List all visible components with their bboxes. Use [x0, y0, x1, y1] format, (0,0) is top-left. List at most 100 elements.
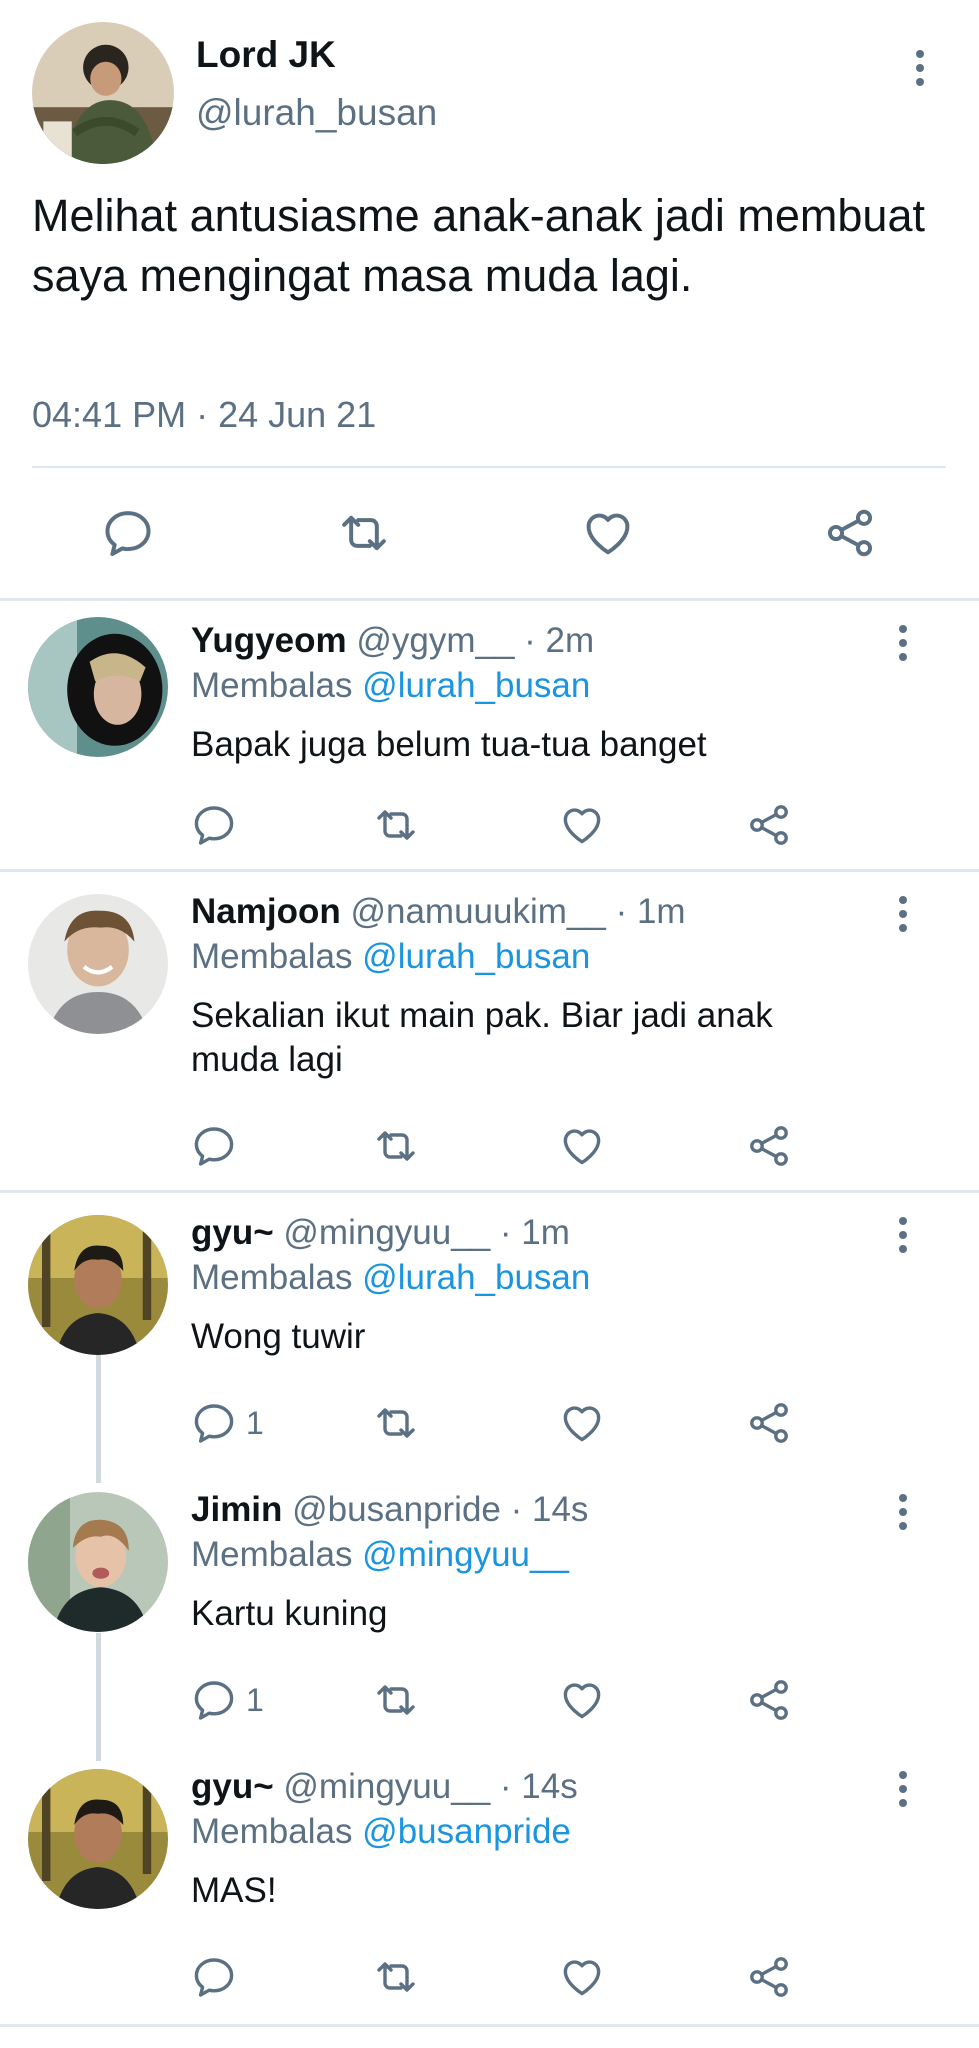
reply-text: MAS!	[191, 1871, 277, 1910]
heart-icon	[580, 505, 636, 561]
reply-icon	[190, 1399, 238, 1447]
reply-button[interactable]	[100, 505, 156, 561]
more-vertical-icon[interactable]	[910, 48, 930, 88]
reply-tweet[interactable]: gyu~ @mingyuu__ · 14s Membalas @busanpri…	[0, 1747, 979, 2024]
replying-to: Membalas @lurah_busan	[191, 1258, 590, 1298]
reply-author-handle[interactable]: @mingyuu__	[283, 1213, 490, 1252]
replying-label: Membalas	[191, 666, 363, 705]
avatar[interactable]	[28, 617, 168, 757]
mention-link[interactable]: @lurah_busan	[362, 666, 590, 705]
mention-link[interactable]: @lurah_busan	[362, 937, 590, 976]
reply-button[interactable]: 1	[190, 1676, 264, 1724]
reply-header: Namjoon @namuuukim__ · 1m	[191, 892, 686, 932]
more-vertical-icon[interactable]	[893, 1492, 913, 1532]
reply-button[interactable]	[190, 1953, 246, 2001]
author-handle[interactable]: @lurah_busan	[196, 92, 437, 134]
share-icon	[745, 801, 793, 849]
reply-author-handle[interactable]: @mingyuu__	[283, 1767, 490, 1806]
reply-header: gyu~ @mingyuu__ · 14s	[191, 1767, 578, 1807]
retweet-button[interactable]	[372, 801, 420, 849]
reply-author-name[interactable]: Yugyeom	[191, 621, 347, 660]
more-vertical-icon[interactable]	[893, 894, 913, 934]
avatar[interactable]	[28, 1492, 168, 1632]
reply-tweet[interactable]: Yugyeom @ygym__ · 2m Membalas @lurah_bus…	[0, 601, 979, 869]
reply-text: Kartu kuning	[191, 1594, 388, 1633]
reply-time: · 1m	[499, 1213, 570, 1252]
retweet-button[interactable]	[336, 505, 392, 561]
reply-icon	[190, 1676, 238, 1724]
replying-label: Membalas	[191, 1535, 363, 1574]
reply-icon	[190, 1122, 238, 1170]
main-tweet: Lord JK @lurah_busan Melihat antusiasme …	[0, 0, 979, 600]
reply-count: 1	[246, 1404, 264, 1441]
heart-icon	[558, 801, 606, 849]
reply-author-name[interactable]: Jimin	[191, 1490, 282, 1529]
reply-icon	[100, 505, 156, 561]
reply-time: · 1m	[615, 892, 686, 931]
reply-time: · 14s	[510, 1490, 589, 1529]
reply-icon	[190, 801, 238, 849]
divider	[32, 466, 946, 468]
reply-header: gyu~ @mingyuu__ · 1m	[191, 1213, 570, 1253]
reply-time: · 14s	[499, 1767, 578, 1806]
share-button[interactable]	[745, 1399, 793, 1447]
reply-button[interactable]	[190, 801, 246, 849]
reply-header: Jimin @busanpride · 14s	[191, 1490, 588, 1530]
reply-text: Sekalian ikut main pak. Biar jadi anak m…	[191, 996, 773, 1079]
reply-tweet[interactable]: Namjoon @namuuukim__ · 1m Membalas @lura…	[0, 872, 979, 1190]
reply-button[interactable]: 1	[190, 1399, 264, 1447]
reply-author-handle[interactable]: @namuuukim__	[350, 892, 605, 931]
like-button[interactable]	[558, 801, 606, 849]
reply-author-name[interactable]: gyu~	[191, 1213, 274, 1252]
share-button[interactable]	[745, 1122, 793, 1170]
avatar[interactable]	[28, 894, 168, 1034]
reply-tweet[interactable]: Jimin @busanpride · 14s Membalas @mingyu…	[0, 1470, 979, 1747]
replying-to: Membalas @lurah_busan	[191, 937, 590, 977]
like-button[interactable]	[558, 1122, 606, 1170]
retweet-icon	[372, 1953, 420, 2001]
reply-author-name[interactable]: gyu~	[191, 1767, 274, 1806]
heart-icon	[558, 1122, 606, 1170]
retweet-button[interactable]	[372, 1399, 420, 1447]
reply-text: Wong tuwir	[191, 1317, 366, 1356]
retweet-button[interactable]	[372, 1676, 420, 1724]
reply-author-handle[interactable]: @busanpride	[292, 1490, 501, 1529]
more-vertical-icon[interactable]	[893, 623, 913, 663]
share-icon	[745, 1122, 793, 1170]
like-button[interactable]	[580, 505, 636, 561]
reply-author-handle[interactable]: @ygym__	[356, 621, 514, 660]
more-vertical-icon[interactable]	[893, 1215, 913, 1255]
reply-button[interactable]	[190, 1122, 246, 1170]
retweet-icon	[372, 801, 420, 849]
heart-icon	[558, 1399, 606, 1447]
share-button[interactable]	[745, 801, 793, 849]
avatar[interactable]	[28, 1215, 168, 1355]
retweet-icon	[372, 1676, 420, 1724]
retweet-button[interactable]	[372, 1122, 420, 1170]
avatar[interactable]	[28, 1769, 168, 1909]
like-button[interactable]	[558, 1399, 606, 1447]
tweet-text: Melihat antusiasme anak-anak jadi membua…	[32, 190, 925, 301]
reply-tweet[interactable]: gyu~ @mingyuu__ · 1m Membalas @lurah_bus…	[0, 1193, 979, 1470]
like-button[interactable]	[558, 1676, 606, 1724]
mention-link[interactable]: @busanpride	[362, 1812, 571, 1851]
share-button[interactable]	[745, 1953, 793, 2001]
mention-link[interactable]: @mingyuu__	[362, 1535, 569, 1574]
avatar[interactable]	[32, 22, 174, 164]
author-name[interactable]: Lord JK	[196, 34, 336, 76]
share-button[interactable]	[822, 505, 878, 561]
reply-author-name[interactable]: Namjoon	[191, 892, 341, 931]
retweet-icon	[372, 1399, 420, 1447]
retweet-button[interactable]	[372, 1953, 420, 2001]
share-button[interactable]	[745, 1676, 793, 1724]
like-button[interactable]	[558, 1953, 606, 2001]
heart-icon	[558, 1953, 606, 2001]
tweet-timestamp: 04:41 PM · 24 Jun 21	[32, 394, 377, 435]
reply-count: 1	[246, 1681, 264, 1718]
share-icon	[745, 1399, 793, 1447]
share-icon	[745, 1953, 793, 2001]
heart-icon	[558, 1676, 606, 1724]
more-vertical-icon[interactable]	[893, 1769, 913, 1809]
reply-header: Yugyeom @ygym__ · 2m	[191, 621, 594, 661]
mention-link[interactable]: @lurah_busan	[362, 1258, 590, 1297]
